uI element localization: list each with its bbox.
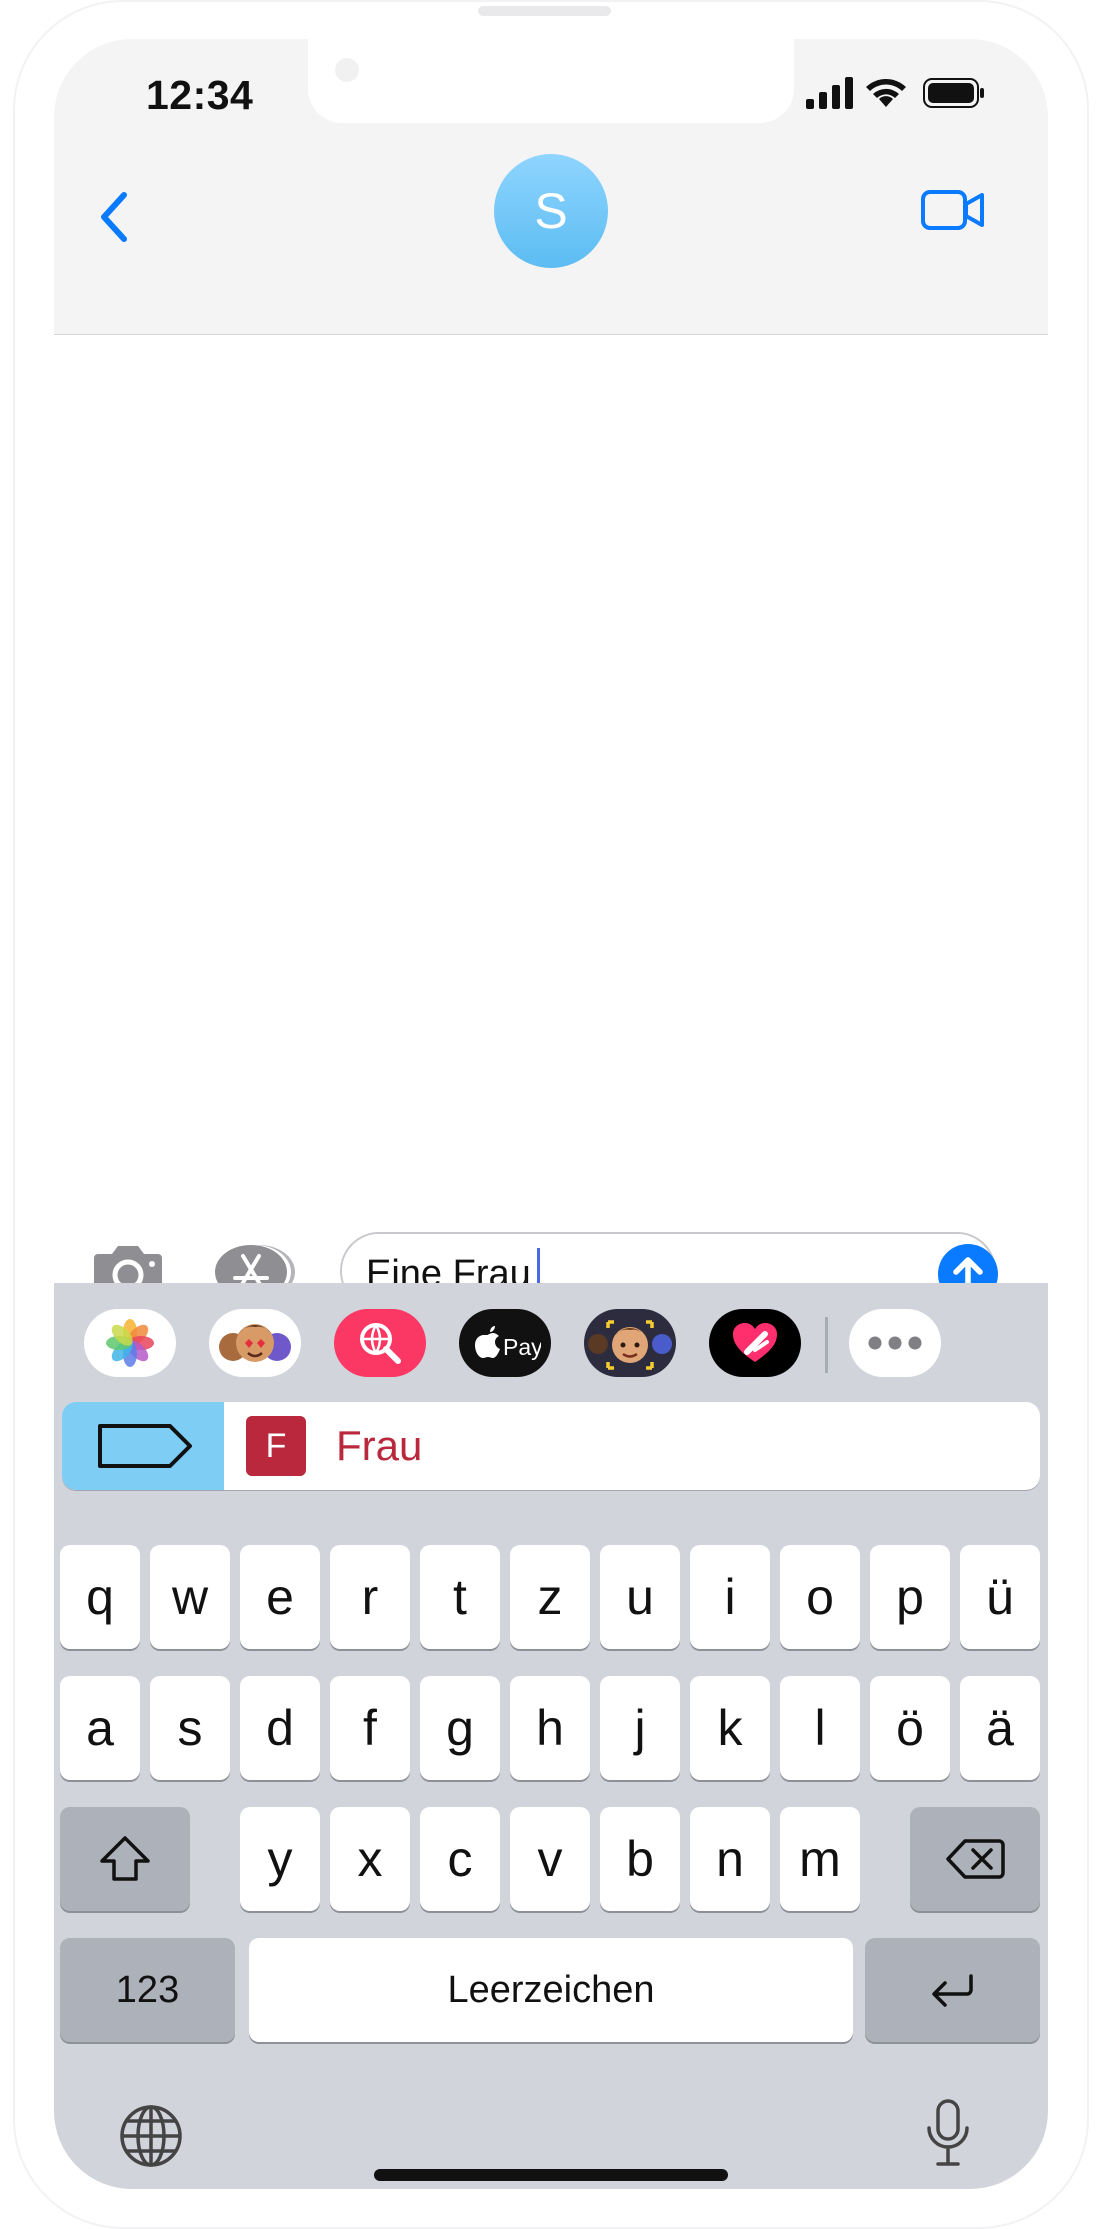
- key-e[interactable]: e: [240, 1545, 320, 1649]
- key-b[interactable]: b: [600, 1807, 680, 1911]
- key-u-umlaut[interactable]: ü: [960, 1545, 1040, 1649]
- return-icon: [931, 1974, 973, 2007]
- return-key[interactable]: [865, 1938, 1040, 2042]
- contact-avatar[interactable]: S: [494, 154, 608, 268]
- memoji-app-button[interactable]: [584, 1309, 676, 1377]
- photos-icon: [106, 1319, 154, 1367]
- memoji-stickers-app-button[interactable]: [209, 1309, 301, 1377]
- facetime-video-icon[interactable]: [920, 187, 986, 233]
- key-v[interactable]: v: [510, 1807, 590, 1911]
- key-z[interactable]: z: [510, 1545, 590, 1649]
- tag-icon: [98, 1424, 192, 1468]
- key-m[interactable]: m: [780, 1807, 860, 1911]
- keyboard-area: Pay F Frau q w e r t z u i o p ü a s d f…: [54, 1283, 1048, 2189]
- notch: [308, 39, 794, 123]
- top-grabber: [478, 6, 611, 16]
- memoji-stickers-icon: [219, 1324, 291, 1362]
- image-search-app-button[interactable]: [334, 1309, 426, 1377]
- key-a[interactable]: a: [60, 1676, 140, 1780]
- key-a-umlaut[interactable]: ä: [960, 1676, 1040, 1780]
- key-o[interactable]: o: [780, 1545, 860, 1649]
- tag-button[interactable]: [62, 1402, 224, 1490]
- key-o-umlaut[interactable]: ö: [870, 1676, 950, 1780]
- prediction-word[interactable]: Frau: [336, 1422, 422, 1470]
- digital-touch-app-button[interactable]: [709, 1309, 801, 1377]
- key-f[interactable]: f: [330, 1676, 410, 1780]
- prediction-bar[interactable]: F Frau: [62, 1402, 1040, 1490]
- cellular-signal-icon: [806, 77, 853, 109]
- front-camera: [335, 58, 359, 82]
- key-j[interactable]: j: [600, 1676, 680, 1780]
- key-q[interactable]: q: [60, 1545, 140, 1649]
- conversation-header: 12:34 S: [54, 39, 1048, 335]
- home-indicator: [374, 2169, 728, 2181]
- shift-key[interactable]: [60, 1807, 190, 1911]
- message-thread: [54, 335, 1048, 1182]
- apple-pay-app-button[interactable]: Pay: [459, 1309, 551, 1377]
- key-c[interactable]: c: [420, 1807, 500, 1911]
- more-apps-button[interactable]: [849, 1309, 941, 1377]
- prediction-badge: F: [246, 1416, 306, 1476]
- app-strip-divider: [825, 1317, 828, 1373]
- phone-screen: 12:34 S Eine Frau Pay F Frau q w e r t z…: [54, 39, 1048, 2189]
- key-x[interactable]: x: [330, 1807, 410, 1911]
- key-k[interactable]: k: [690, 1676, 770, 1780]
- digital-touch-icon: [733, 1323, 777, 1362]
- key-w[interactable]: w: [150, 1545, 230, 1649]
- key-r[interactable]: r: [330, 1545, 410, 1649]
- key-d[interactable]: d: [240, 1676, 320, 1780]
- key-n[interactable]: n: [690, 1807, 770, 1911]
- key-l[interactable]: l: [780, 1676, 860, 1780]
- key-s[interactable]: s: [150, 1676, 230, 1780]
- wifi-icon: [866, 79, 906, 107]
- shift-icon: [100, 1836, 150, 1881]
- photos-app-button[interactable]: [84, 1309, 176, 1377]
- microphone-icon[interactable]: [924, 2098, 972, 2170]
- more-icon: [868, 1336, 922, 1350]
- status-time: 12:34: [146, 72, 254, 118]
- battery-icon: [923, 78, 984, 108]
- apple-pay-icon: Pay: [475, 1326, 541, 1360]
- space-key[interactable]: Leerzeichen: [249, 1938, 853, 2042]
- svg-text:Pay: Pay: [503, 1334, 541, 1360]
- numbers-key[interactable]: 123: [60, 1938, 235, 2042]
- key-g[interactable]: g: [420, 1676, 500, 1780]
- key-h[interactable]: h: [510, 1676, 590, 1780]
- globe-icon[interactable]: [118, 2103, 184, 2169]
- key-i[interactable]: i: [690, 1545, 770, 1649]
- key-p[interactable]: p: [870, 1545, 950, 1649]
- back-chevron-icon[interactable]: [90, 187, 140, 247]
- backspace-icon: [946, 1839, 1005, 1879]
- delete-key[interactable]: [910, 1807, 1040, 1911]
- web-images-search-icon: [360, 1323, 401, 1364]
- memoji-icon: [588, 1320, 672, 1370]
- key-y[interactable]: y: [240, 1807, 320, 1911]
- key-t[interactable]: t: [420, 1545, 500, 1649]
- key-u[interactable]: u: [600, 1545, 680, 1649]
